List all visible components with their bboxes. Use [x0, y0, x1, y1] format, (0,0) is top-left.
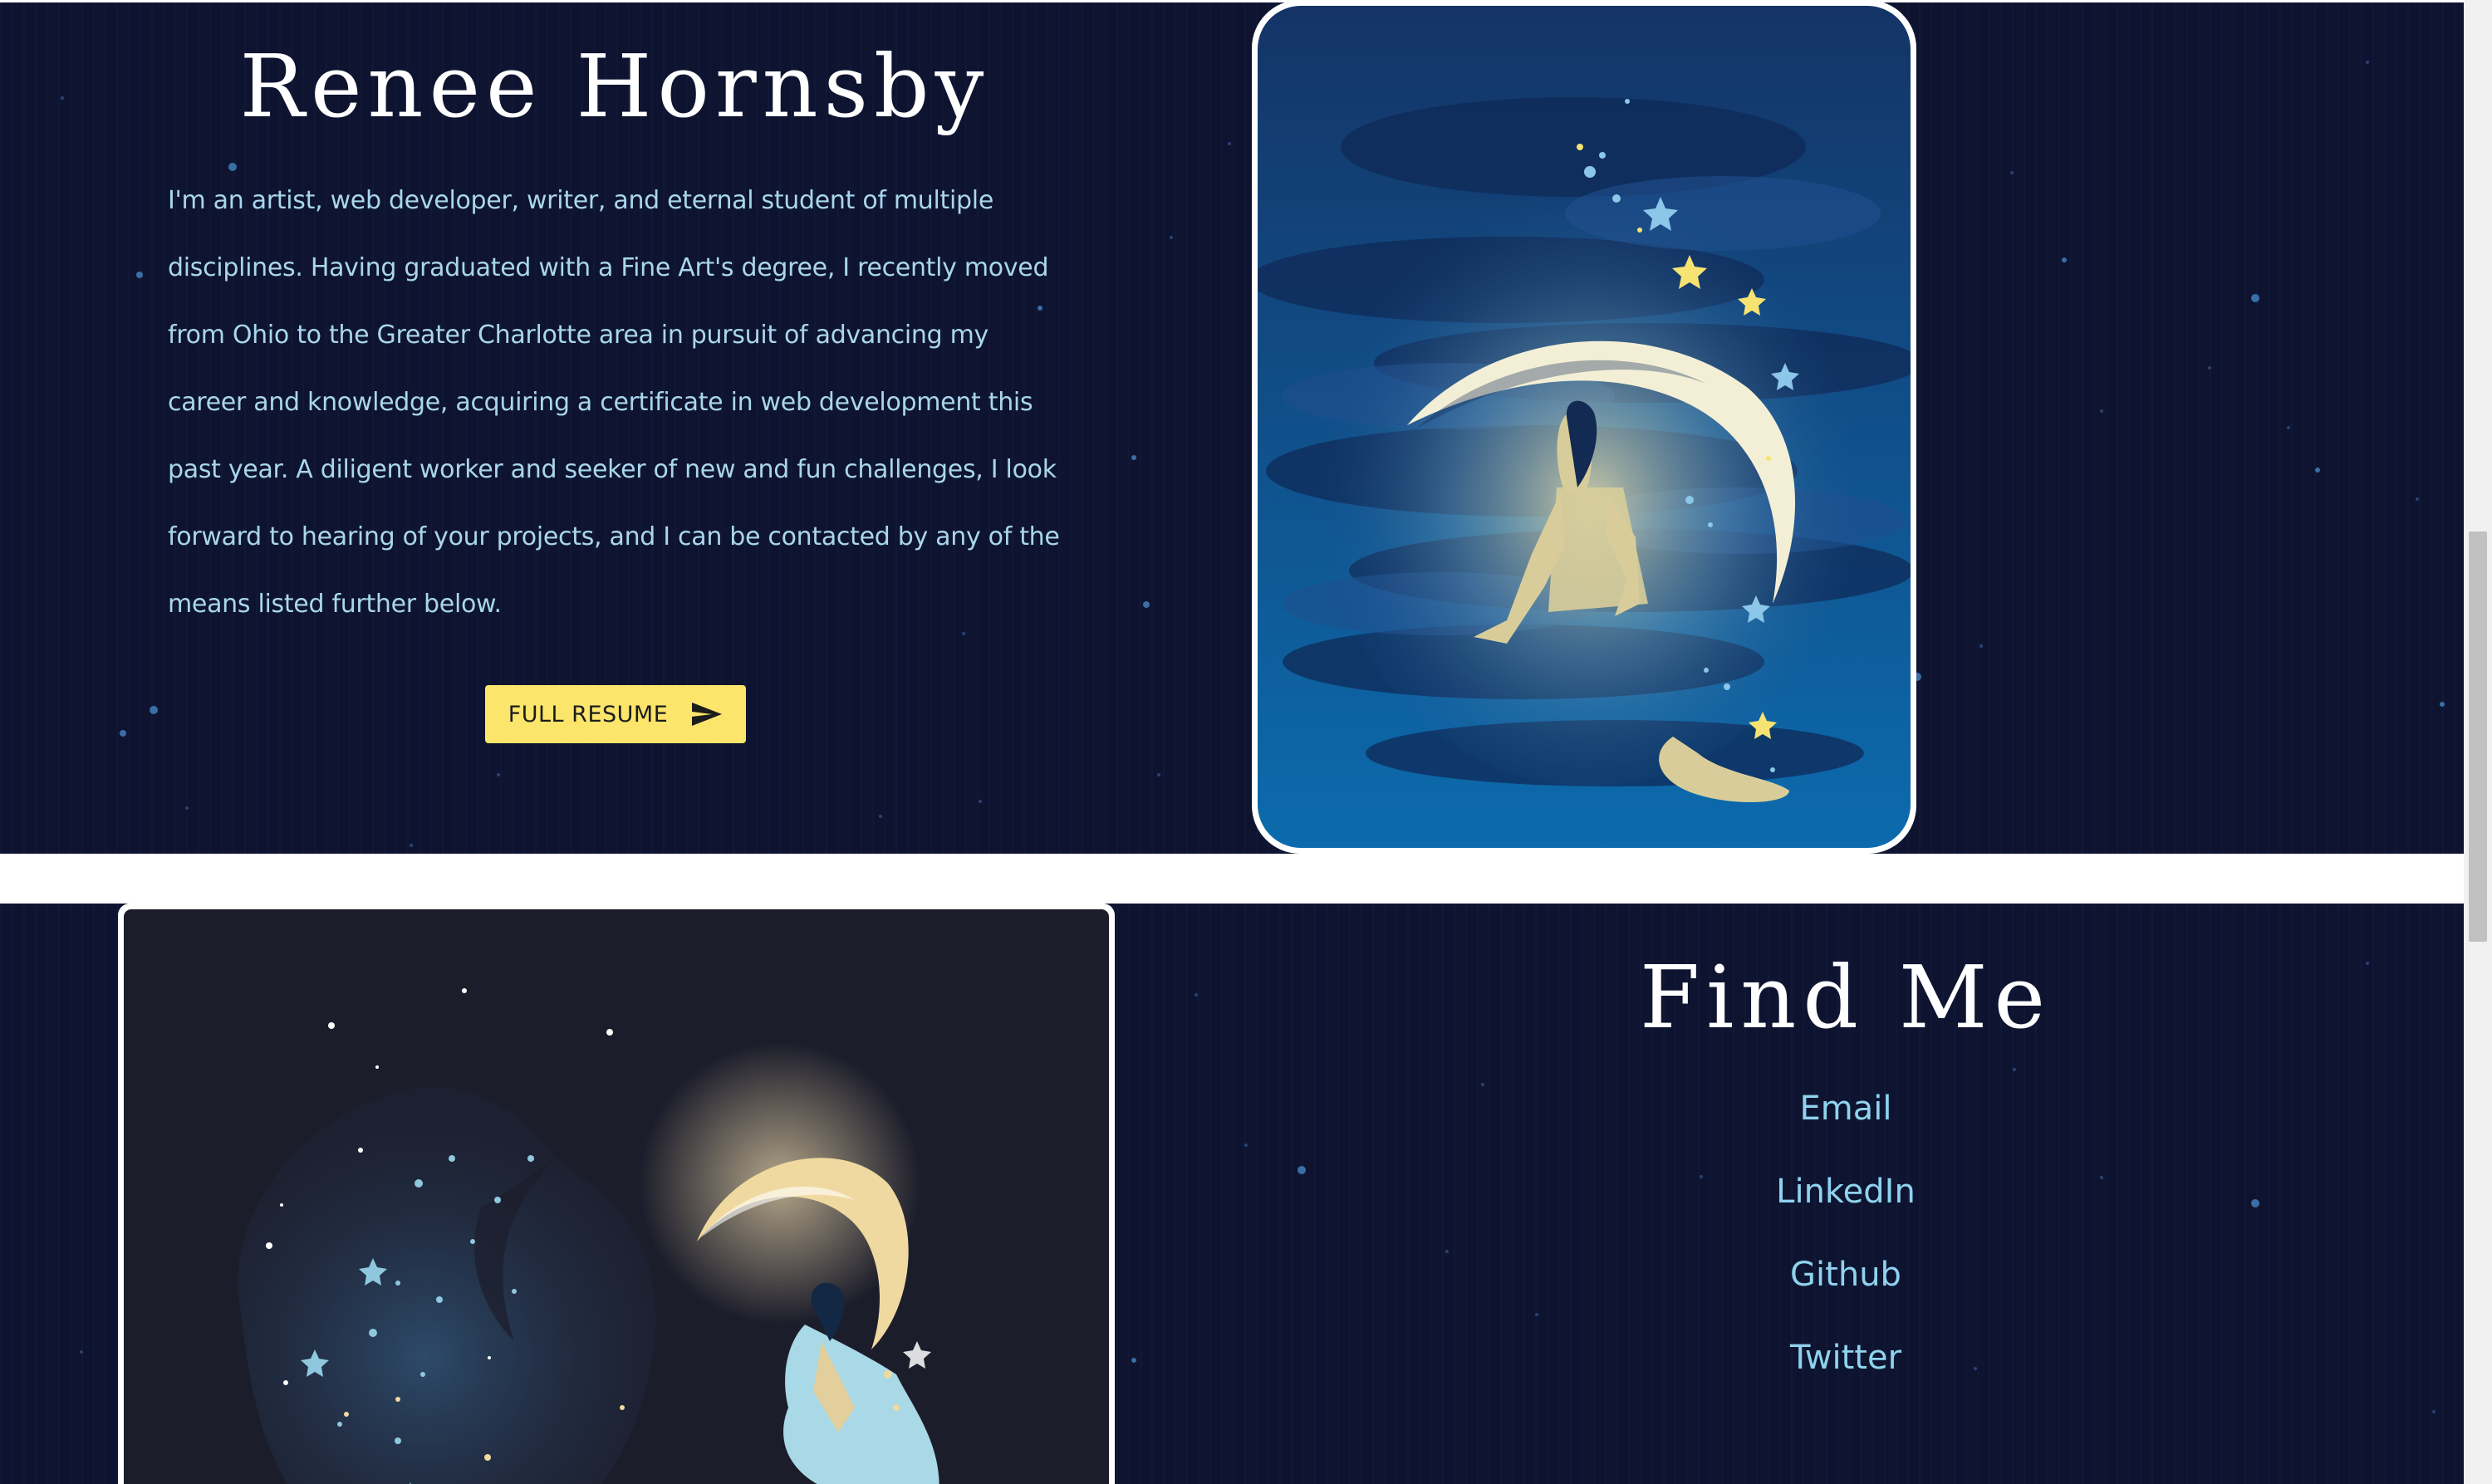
contact-item: Email [1597, 1080, 2095, 1163]
vertical-scrollbar[interactable] [2464, 0, 2492, 1484]
scrollbar-thumb[interactable] [2469, 531, 2487, 942]
find-me-title: Find Me [1639, 947, 2053, 1048]
contact-links: Email LinkedIn Github Twitter [1597, 1080, 2095, 1412]
artwork-card-bottom [118, 904, 1115, 1484]
artwork-card-top [1252, 0, 1916, 854]
twitter-link[interactable]: Twitter [1790, 1329, 1901, 1412]
about-section: Renee Hornsby I'm an artist, web develop… [0, 2, 2464, 854]
about-title: Renee Hornsby [239, 36, 990, 137]
github-link[interactable]: Github [1790, 1246, 1901, 1329]
moon-girl-blue-illustration [1258, 6, 1911, 848]
contact-item: LinkedIn [1597, 1163, 2095, 1246]
send-icon [692, 703, 723, 726]
full-resume-label: FULL RESUME [508, 701, 669, 727]
moon-girl-night-illustration [124, 909, 1109, 1484]
about-bio: I'm an artist, web developer, writer, an… [168, 186, 1060, 619]
contact-item: Twitter [1597, 1329, 2095, 1412]
portfolio-page: Renee Hornsby I'm an artist, web develop… [0, 0, 2464, 1484]
linkedin-link[interactable]: LinkedIn [1776, 1163, 1916, 1246]
email-link[interactable]: Email [1800, 1080, 1892, 1163]
full-resume-button[interactable]: FULL RESUME [485, 685, 746, 743]
contact-item: Github [1597, 1246, 2095, 1329]
